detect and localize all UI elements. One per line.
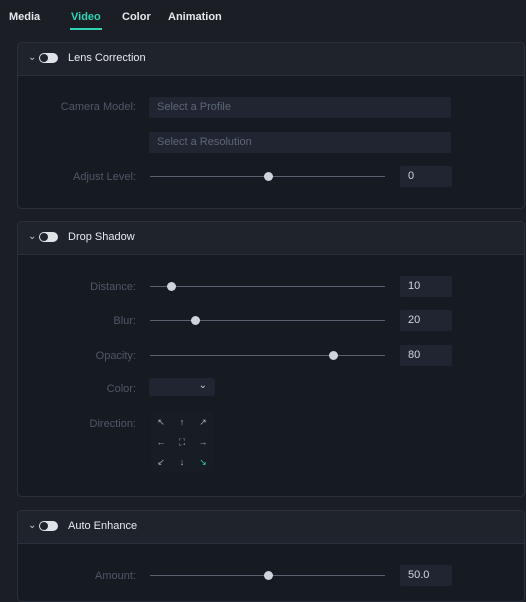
drop-shadow-panel: ⌄ Drop Shadow Distance: 10 Blur: 20 Opac… bbox=[17, 221, 525, 497]
amount-value[interactable]: 50.0 bbox=[400, 565, 452, 586]
direction-northwest-icon[interactable]: ↖ bbox=[151, 412, 171, 432]
tab-video[interactable]: Video bbox=[71, 11, 101, 23]
amount-label: Amount: bbox=[95, 570, 136, 582]
distance-thumb[interactable] bbox=[167, 282, 177, 291]
profile-select[interactable]: Select a Profile bbox=[149, 97, 451, 118]
blur-slider[interactable] bbox=[150, 316, 385, 325]
direction-west-icon[interactable]: ← bbox=[151, 432, 171, 452]
direction-label: Direction: bbox=[89, 418, 136, 430]
direction-grid: ↖ ↑ ↗ ← ⛶ → ↙ ↓ ↘ bbox=[151, 412, 213, 472]
lens-correction-title: Lens Correction bbox=[68, 52, 146, 64]
amount-thumb[interactable] bbox=[263, 571, 273, 580]
direction-northeast-icon[interactable]: ↗ bbox=[193, 412, 213, 432]
chevron-down-icon[interactable]: ⌄ bbox=[28, 52, 36, 63]
auto-enhance-panel: ⌄ Auto Enhance Amount: 50.0 bbox=[17, 510, 525, 602]
direction-south-icon[interactable]: ↓ bbox=[172, 452, 192, 472]
direction-southwest-icon[interactable]: ↙ bbox=[151, 452, 171, 472]
tab-media[interactable]: Media bbox=[9, 11, 40, 23]
amount-slider[interactable] bbox=[150, 571, 385, 580]
color-label: Color: bbox=[106, 383, 136, 395]
drop-shadow-toggle[interactable] bbox=[39, 232, 58, 242]
toggle-knob bbox=[40, 522, 48, 530]
lens-correction-header[interactable]: ⌄ Lens Correction bbox=[18, 43, 524, 76]
drop-shadow-header[interactable]: ⌄ Drop Shadow bbox=[18, 222, 524, 255]
blur-thumb[interactable] bbox=[190, 316, 200, 325]
adjust-level-thumb[interactable] bbox=[263, 172, 273, 181]
drop-shadow-title: Drop Shadow bbox=[68, 231, 135, 243]
direction-center-icon[interactable]: ⛶ bbox=[172, 432, 192, 452]
lens-correction-toggle[interactable] bbox=[39, 53, 58, 63]
opacity-label: Opacity: bbox=[95, 350, 136, 362]
camera-model-label: Camera Model: bbox=[60, 101, 136, 113]
opacity-value[interactable]: 80 bbox=[400, 345, 452, 366]
auto-enhance-title: Auto Enhance bbox=[68, 520, 138, 532]
blur-label: Blur: bbox=[113, 315, 136, 327]
tab-color[interactable]: Color bbox=[122, 11, 151, 23]
shadow-color-picker[interactable]: ⌄ bbox=[149, 378, 215, 396]
adjust-level-label: Adjust Level: bbox=[73, 171, 136, 183]
opacity-slider[interactable] bbox=[150, 351, 385, 360]
chevron-down-icon: ⌄ bbox=[198, 380, 207, 391]
lens-correction-panel: ⌄ Lens Correction Camera Model: Select a… bbox=[17, 42, 525, 209]
adjust-level-slider[interactable] bbox=[150, 172, 385, 181]
resolution-select[interactable]: Select a Resolution bbox=[149, 132, 451, 153]
direction-southeast-icon[interactable]: ↘ bbox=[193, 452, 213, 472]
distance-slider[interactable] bbox=[150, 282, 385, 291]
adjust-level-value[interactable]: 0 bbox=[400, 166, 452, 187]
auto-enhance-header[interactable]: ⌄ Auto Enhance bbox=[18, 511, 524, 544]
direction-north-icon[interactable]: ↑ bbox=[172, 412, 192, 432]
auto-enhance-toggle[interactable] bbox=[39, 521, 58, 531]
opacity-thumb[interactable] bbox=[329, 351, 339, 360]
chevron-down-icon[interactable]: ⌄ bbox=[28, 231, 36, 242]
active-tab-indicator bbox=[70, 28, 102, 30]
distance-label: Distance: bbox=[90, 281, 136, 293]
tab-bar: Media Video Color Animation bbox=[0, 0, 526, 34]
chevron-down-icon[interactable]: ⌄ bbox=[28, 520, 36, 531]
toggle-knob bbox=[40, 54, 48, 62]
blur-value[interactable]: 20 bbox=[400, 310, 452, 331]
distance-value[interactable]: 10 bbox=[400, 276, 452, 297]
tab-animation[interactable]: Animation bbox=[168, 11, 222, 23]
toggle-knob bbox=[40, 233, 48, 241]
direction-east-icon[interactable]: → bbox=[193, 432, 213, 452]
